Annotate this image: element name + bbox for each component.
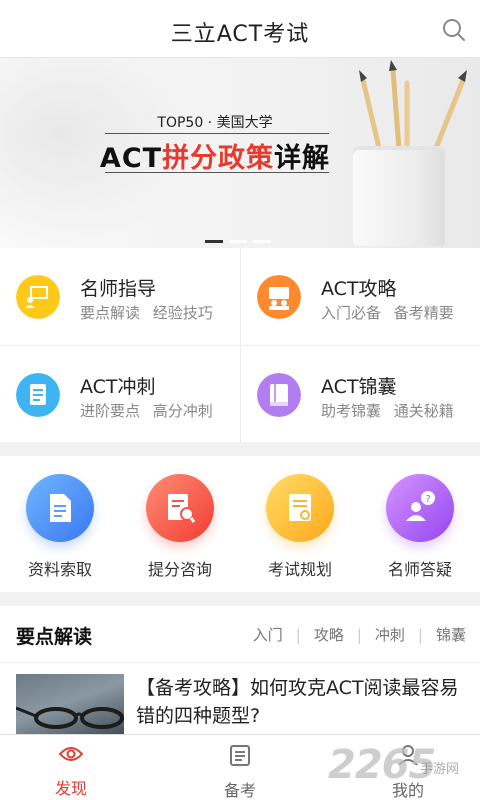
service-plan[interactable]: 考试规划 <box>240 474 360 580</box>
feature-subtitle: 要点解读 经验技巧 <box>80 304 213 322</box>
feature-subtitle: 进阶要点 高分冲刺 <box>80 402 213 420</box>
tab-label: 备考 <box>223 781 256 800</box>
tab-prepare[interactable]: 备考 <box>190 743 290 800</box>
tab-separator: | <box>356 625 362 644</box>
article-thumbnail <box>16 674 124 738</box>
service-label: 提分咨询 <box>147 560 212 579</box>
feature-title: ACT冲刺 <box>80 376 156 398</box>
svg-text:?: ? <box>425 494 430 505</box>
feature-teacher-guide[interactable]: 名师指导 要点解读 经验技巧 <box>0 248 240 345</box>
feature-act-tips[interactable]: ACT锦囊 助考锦囊 通关秘籍 <box>241 346 480 443</box>
qa-icon: ? <box>406 491 435 521</box>
search-icon[interactable] <box>442 18 466 42</box>
section-tab[interactable]: 入门 <box>253 624 283 645</box>
list-icon <box>230 745 250 766</box>
section-tabs: 入门 | 攻略 | 冲刺 | 锦囊 <box>253 624 466 645</box>
article-title: 【备考攻略】如何攻克ACT阅读最容易错的四种题型? <box>136 677 459 727</box>
feature-act-sprint[interactable]: ACT冲刺 进阶要点 高分冲刺 <box>0 346 240 443</box>
eye-icon <box>58 747 84 761</box>
top-bar: 三立ACT考试 <box>0 0 480 58</box>
app-title: 三立ACT考试 <box>170 22 310 47</box>
feature-grid: 名师指导 要点解读 经验技巧 ACT攻略 入门必备 备考精要 ACT冲刺 进阶要… <box>0 248 480 442</box>
tab-separator: | <box>417 625 423 644</box>
strategy-icon <box>257 275 301 319</box>
service-circle <box>26 474 94 542</box>
service-label: 资料索取 <box>27 560 92 579</box>
feature-title: ACT攻略 <box>321 278 397 300</box>
section-divider <box>0 662 480 663</box>
carousel-indicator[interactable] <box>205 240 271 243</box>
banner-rule-top <box>105 133 329 134</box>
tab-label: 发现 <box>54 779 87 798</box>
service-circle <box>266 474 334 542</box>
service-materials[interactable]: 资料索取 <box>0 474 120 580</box>
pencil-cup <box>353 146 445 246</box>
tab-separator: | <box>295 625 301 644</box>
service-label: 名师答疑 <box>387 560 452 579</box>
banner-headline-highlight: 拼分政策 <box>162 143 275 174</box>
key-points-section: 要点解读 入门 | 攻略 | 冲刺 | 锦囊 【备考攻略】如何攻克ACT阅读最容… <box>0 606 480 738</box>
glasses-image <box>16 706 124 729</box>
service-consult[interactable]: 提分咨询 <box>120 474 240 580</box>
article-item[interactable]: 【备考攻略】如何攻克ACT阅读最容易错的四种题型? <box>0 664 480 738</box>
section-tab[interactable]: 锦囊 <box>436 624 466 645</box>
feature-subtitle: 入门必备 备考精要 <box>321 304 454 322</box>
section-tab[interactable]: 攻略 <box>314 624 344 645</box>
banner-headline-suffix: 详解 <box>274 143 331 174</box>
carousel-dot[interactable] <box>229 240 247 243</box>
tab-discover[interactable]: 发现 <box>21 743 121 799</box>
feature-title: ACT锦囊 <box>321 376 397 398</box>
service-label: 考试规划 <box>267 560 332 579</box>
plan-icon <box>289 494 311 521</box>
document-icon <box>50 494 71 522</box>
feature-title: 名师指导 <box>80 278 157 300</box>
sprint-icon <box>16 373 60 417</box>
banner-headline-prefix: ACT <box>99 143 163 174</box>
services-row: 资料索取 提分咨询 考试规划 ? 名师答疑 <box>0 456 480 592</box>
service-circle: ? <box>386 474 454 542</box>
consult-icon <box>168 494 196 523</box>
section-tab[interactable]: 冲刺 <box>375 624 405 645</box>
feature-act-strategy[interactable]: ACT攻略 入门必备 备考精要 <box>241 248 480 345</box>
teacher-icon <box>16 275 60 319</box>
service-circle <box>146 474 214 542</box>
service-qa[interactable]: ? 名师答疑 <box>360 474 480 580</box>
section-title: 要点解读 <box>16 626 93 648</box>
carousel-dot[interactable] <box>253 240 271 243</box>
tips-icon <box>257 373 301 417</box>
carousel-dot[interactable] <box>205 240 223 243</box>
promo-banner[interactable]: TOP50 · 美国大学 ACT拼分政策详解 <box>0 58 480 248</box>
watermark-text: 手游网 <box>420 762 460 777</box>
banner-rule-bottom <box>105 172 329 173</box>
feature-subtitle: 助考锦囊 通关秘籍 <box>321 402 454 420</box>
